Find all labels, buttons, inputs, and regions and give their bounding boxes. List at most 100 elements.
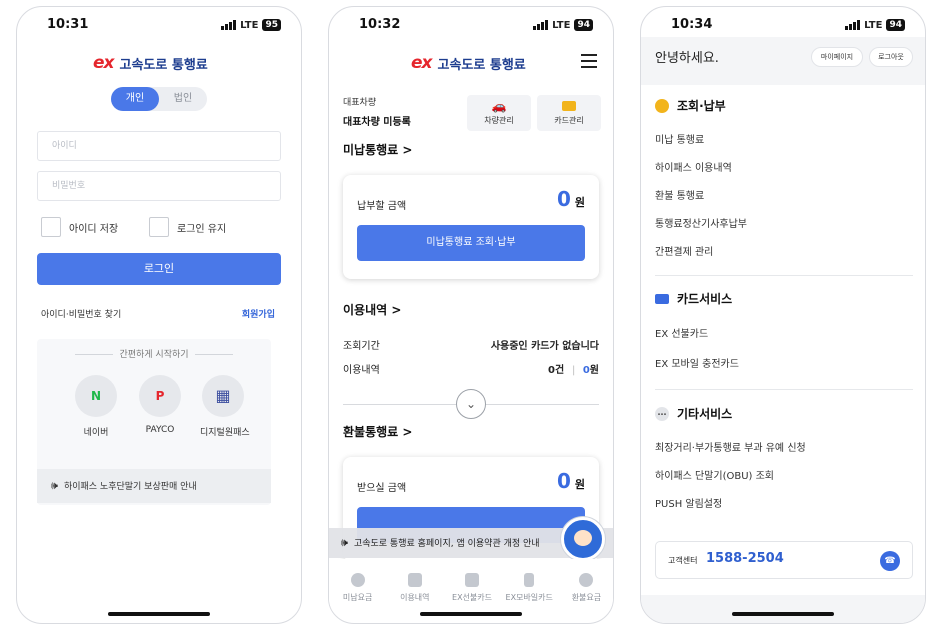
tab-refund-label: 환불요금 [571,593,602,602]
unpaid-toll-link[interactable]: 미납통행료 > [343,141,412,158]
mascot-chatbot-icon[interactable] [561,517,605,561]
status-bar: 10:31 LTE 95 [17,17,301,39]
status-time: 10:31 [47,17,89,32]
coin-icon [350,573,365,587]
tab-unpaid[interactable]: 미납요금 [329,559,386,611]
menu-item-push-settings[interactable]: PUSH 알림설정 [655,495,722,510]
payco-icon[interactable]: P [139,375,181,417]
section-title: 카드서비스 [677,292,733,306]
rep-vehicle-value: 대표차량 미등록 [343,117,411,128]
status-time: 10:32 [359,17,401,32]
customer-center-box[interactable]: 고객센터 1588-2504 ☎ [655,541,913,579]
easy-login-title: 간편하게 시작하기 [37,347,271,360]
checkbox-icon[interactable] [149,217,169,237]
menu-icon[interactable] [581,54,597,72]
tab-mobile-card[interactable]: EX모바일카드 [501,559,558,611]
refund-icon [579,573,594,587]
app-logo: ex 고속도로 통행료 [93,53,208,73]
status-bar: 10:32 LTE 94 [329,17,613,39]
checkbox-icon[interactable] [41,217,61,237]
fingerprint-icon[interactable]: ▦ [202,375,244,417]
easy-login-panel: 간편하게 시작하기 N 네이버 P PAYCO ▦ 디지털원패스 🕪 하이패스 노… [37,339,271,505]
pay-amount: 0원 [557,187,585,211]
menu-item-post-payment[interactable]: 통행료정산기사후납부 [655,215,747,230]
payco-label: PAYCO [145,425,175,435]
password-input[interactable]: 비밀번호 [37,171,281,201]
tab-usage[interactable]: 이용내역 [386,559,443,611]
mypage-button[interactable]: 마이페이지 [811,47,863,67]
ex-logo-mark: ex [93,53,114,73]
bottom-tab-bar: 미납요금 이용내역 EX선불카드 EX모바일카드 환불요금 [329,559,613,611]
divider [655,389,913,390]
status-time: 10:34 [671,17,713,32]
section-inquiry-payment: 조회·납부 [655,97,726,114]
home-indicator [108,612,210,616]
expand-chevron-icon[interactable]: ⌄ [456,389,486,419]
usage-count: 0건 [548,365,565,376]
find-account-link[interactable]: 아이디·비밀번호 찾기 [41,307,121,320]
tab-personal[interactable]: 개인 [111,87,159,111]
notice-text: 하이패스 노후단말기 보상판매 안내 [63,482,197,492]
vehicle-management-button[interactable]: 🚗 차량관리 [467,95,531,131]
member-type-toggle: 개인 법인 [111,87,207,111]
usage-label: 이용내역 [343,365,380,376]
app-title: 고속도로 통행료 [437,57,526,73]
menu-item-toll-deferral[interactable]: 최장거리·부가통행료 부과 유예 신청 [655,439,806,454]
phone-menu-screen: 10:34 LTE 94 안녕하세요. 마이페이지 로그아웃 조회·납부 미납 … [640,6,926,624]
unpaid-inquiry-button[interactable]: 미납통행료 조회·납부 [357,225,585,261]
battery-icon: 94 [886,19,905,31]
tab-corporate[interactable]: 법인 [159,87,207,111]
card-management-button[interactable]: 카드관리 [537,95,601,131]
pay-currency: 원 [574,196,585,209]
divider [655,275,913,276]
id-input[interactable]: 아이디 [37,131,281,161]
speaker-icon: 🕪 [51,479,58,492]
tab-mobile-label: EX모바일카드 [505,593,553,602]
network-label: LTE [240,19,259,31]
naver-label: 네이버 [83,428,109,438]
rep-vehicle-label: 대표차량 [343,98,377,108]
login-button[interactable]: 로그인 [37,253,281,285]
battery-icon: 95 [262,19,281,31]
phone-icon [524,573,535,587]
signal-icon [845,20,861,30]
payco-login-button[interactable]: P PAYCO [137,375,183,435]
menu-item-prepaid-card[interactable]: EX 선불카드 [655,325,708,340]
notice-banner[interactable]: 🕪 하이패스 노후단말기 보상판매 안내 [37,469,271,503]
tab-prepaid-card[interactable]: EX선불카드 [443,559,500,611]
digital-onepass-button[interactable]: ▦ 디지털원패스 [200,375,250,438]
menu-item-refund[interactable]: 환불 통행료 [655,187,704,202]
digital-onepass-label: 디지털원패스 [200,428,250,438]
menu-item-unpaid[interactable]: 미납 통행료 [655,131,704,146]
coin-icon [655,98,669,113]
section-card-service: 카드서비스 [655,290,732,307]
home-indicator [732,612,834,616]
signal-icon [221,20,237,30]
section-title: 조회·납부 [677,99,726,113]
menu-item-obu-lookup[interactable]: 하이패스 단말기(OBU) 조회 [655,467,774,482]
usage-row: 이용내역 0건 | 0원 [343,361,599,376]
menu-item-hipass-history[interactable]: 하이패스 이용내역 [655,159,732,174]
naver-icon[interactable]: N [75,375,117,417]
refund-toll-link[interactable]: 환불통행료 > [343,423,412,440]
unpaid-card: 납부할 금액 0원 미납통행료 조회·납부 [343,175,599,279]
phone-icon[interactable]: ☎ [880,551,900,571]
join-link[interactable]: 회원가입 [242,307,275,320]
phone-main-screen: 10:32 LTE 94 ex 고속도로 통행료 대표차량 대표차량 미등록 🚗… [328,6,614,624]
usage-history-link[interactable]: 이용내역 > [343,301,401,318]
pay-amount-label: 납부할 금액 [357,201,407,212]
refund-amount: 0원 [557,469,585,493]
tab-usage-label: 이용내역 [400,593,430,602]
naver-login-button[interactable]: N 네이버 [73,375,119,438]
save-id-label: 아이디 저장 [69,223,119,235]
customer-center-number[interactable]: 1588-2504 [706,551,784,566]
menu-item-mobile-card[interactable]: EX 모바일 충전카드 [655,355,739,370]
menu-item-easy-pay[interactable]: 간편결제 관리 [655,243,713,258]
notice-text: 고속도로 통행료 홈페이지, 앱 이용약관 개정 안내 [353,539,540,549]
logout-button[interactable]: 로그아웃 [869,47,913,67]
save-id-checkbox[interactable]: 아이디 저장 [41,217,118,237]
tab-refund[interactable]: 환불요금 [558,559,613,611]
signal-icon [533,20,549,30]
keep-login-checkbox[interactable]: 로그인 유지 [149,217,226,237]
battery-icon: 94 [574,19,593,31]
